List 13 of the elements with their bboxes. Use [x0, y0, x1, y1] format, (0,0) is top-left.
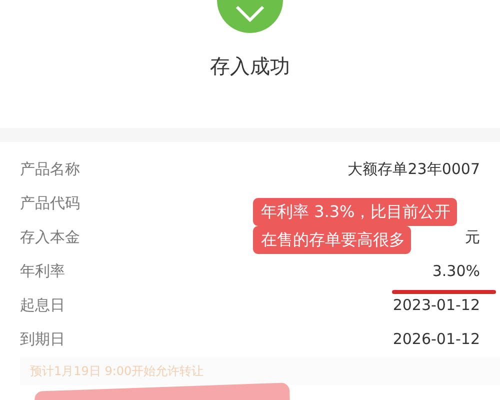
detail-label: 起息日 — [20, 296, 65, 314]
detail-value: 2026-01-12 — [392, 330, 480, 348]
detail-label: 到期日 — [20, 330, 65, 348]
detail-label: 产品名称 — [20, 160, 80, 178]
notice-text: 预计1月19日 9:00开始允许转让 — [30, 362, 204, 380]
detail-value: 元 — [465, 228, 480, 246]
detail-label: 产品代码 — [20, 194, 80, 212]
detail-value: 大额存单23年0007 — [348, 160, 480, 178]
detail-value: 3.30% — [432, 262, 480, 280]
status-title: 存入成功 — [210, 53, 290, 80]
detail-label: 年利率 — [20, 262, 65, 280]
detail-label: 存入本金 — [20, 228, 80, 246]
detail-value: 2023-01-12 — [392, 296, 480, 314]
